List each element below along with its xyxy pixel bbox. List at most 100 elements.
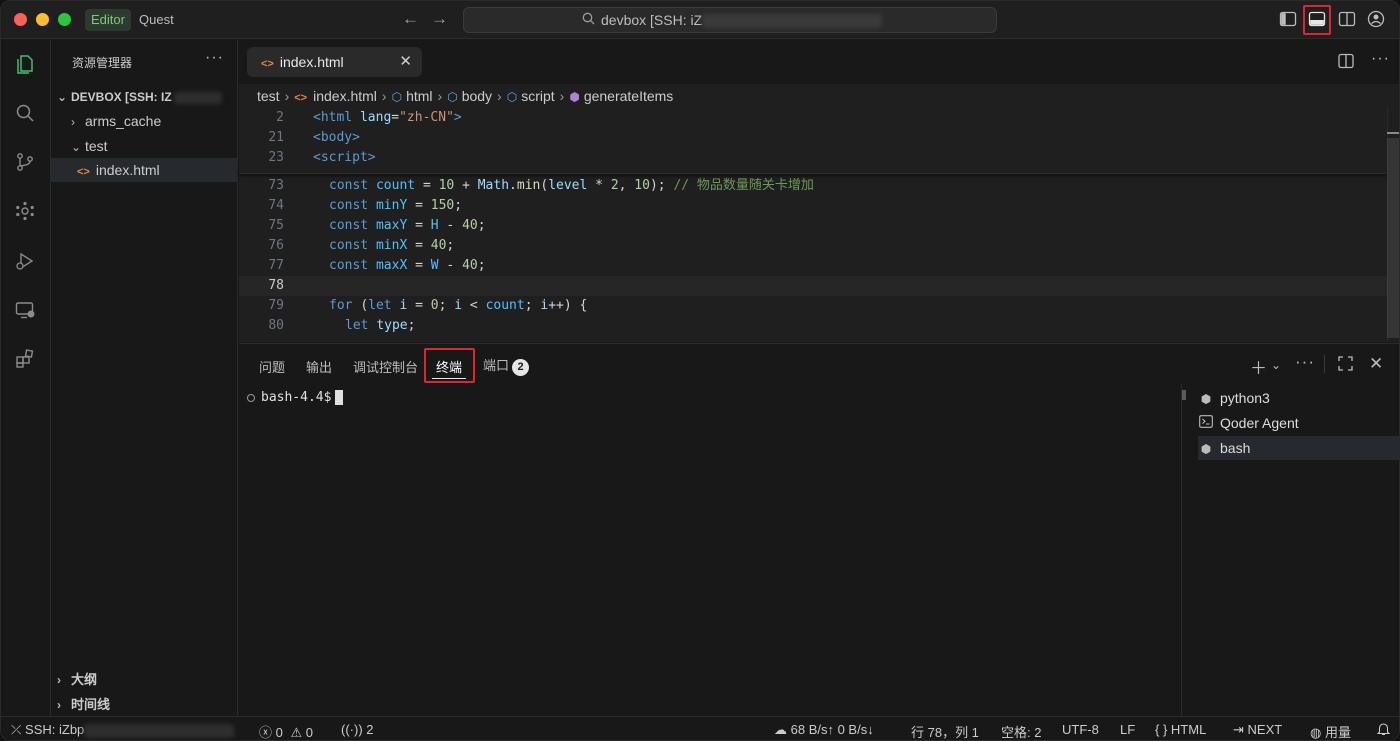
tab-output[interactable]: 输出 — [306, 357, 332, 376]
search-icon[interactable] — [14, 102, 38, 126]
ports-count-badge: 2 — [512, 359, 530, 376]
breadcrumb-item[interactable]: generateItems — [584, 88, 674, 104]
forward-arrow-icon[interactable]: → — [431, 9, 448, 29]
chevron-right-icon: › — [57, 698, 61, 712]
run-debug-icon[interactable] — [14, 250, 38, 274]
tab-ports[interactable]: 端口 2 — [483, 355, 530, 376]
toggle-primary-sidebar-icon[interactable] — [1279, 10, 1299, 30]
tab-problems[interactable]: 问题 — [259, 357, 285, 376]
search-text: devbox [SSH: iZ — [601, 12, 703, 28]
toggle-secondary-sidebar-icon[interactable] — [1338, 10, 1358, 30]
explorer-title: 资源管理器 — [72, 56, 133, 70]
terminal-list-scrollbar[interactable] — [1182, 390, 1186, 400]
line-number: 75 — [268, 218, 284, 233]
sticky-line: 2 <html lang="zh-CN"> — [239, 108, 1389, 128]
scroll-position-marker — [1387, 132, 1399, 134]
remote-indicator[interactable]: ⤫ SSH: iZbp — [11, 722, 235, 738]
warning-icon: ⚠ — [290, 725, 303, 740]
source-control-icon[interactable] — [14, 151, 38, 175]
panel-action-divider — [1324, 355, 1325, 373]
chevron-down-icon[interactable]: ⌄ — [1271, 358, 1281, 372]
tree-item-arms-cache[interactable]: › arms_cache — [51, 109, 238, 133]
outline-section[interactable]: › 大纲 — [51, 668, 238, 692]
extensions-graph-icon[interactable] — [14, 200, 38, 224]
toggle-panel-highlight — [1303, 5, 1331, 35]
breadcrumb: test › <> index.html › ⬡ html › ⬡ body › ⬡ script › ⬢ g… — [257, 88, 673, 104]
chevron-right-icon: › — [71, 115, 75, 129]
maximize-panel-icon[interactable] — [1338, 356, 1353, 376]
minimize-window-button[interactable] — [36, 13, 49, 26]
extensions-icon[interactable] — [14, 348, 38, 372]
language-mode[interactable]: { } HTML — [1155, 722, 1206, 737]
breadcrumb-item[interactable]: script — [521, 88, 554, 104]
redacted-host — [84, 723, 235, 738]
chevron-right-icon: › — [381, 88, 387, 104]
workspace-root[interactable]: ⌄ DEVBOX [SSH: IZ — [51, 85, 238, 109]
timeline-section[interactable]: › 时间线 — [51, 693, 238, 717]
back-arrow-icon[interactable]: ← — [402, 9, 419, 29]
activity-bar — [1, 40, 51, 716]
html-file-icon: <> — [261, 58, 274, 70]
breadcrumb-item[interactable]: index.html — [313, 88, 377, 104]
indentation[interactable]: 空格: 2 — [1001, 722, 1041, 740]
workspace-root-label: DEVBOX [SSH: IZ — [71, 90, 172, 104]
app-window: Editor Quest ← → devbox [SSH: iZ 资源管理器 ·… — [0, 0, 1400, 741]
mode-tab-editor[interactable]: Editor — [85, 9, 131, 31]
code-line: 80 let type; — [239, 316, 1389, 336]
terminal-item-qoder-agent[interactable]: Qoder Agent — [1198, 411, 1399, 435]
tab-debug-console[interactable]: 调试控制台 — [353, 357, 418, 376]
terminal-view[interactable]: bash-4.4$ — [239, 384, 1181, 717]
timeline-label: 时间线 — [71, 697, 111, 712]
terminal-item-python3[interactable]: ⬢ python3 — [1198, 386, 1399, 410]
code-editor[interactable]: 2 <html lang="zh-CN"> 21 <body> 23 <script>… — [239, 108, 1389, 336]
editor-tabs: <> index.html ✕ ··· — [239, 40, 1399, 84]
mode-tab-quest[interactable]: Quest — [133, 9, 180, 31]
close-icon[interactable]: ✕ — [399, 47, 412, 77]
editor-scrollbar[interactable] — [1387, 106, 1399, 342]
sticky-line: 23 <script> — [239, 148, 1389, 168]
new-terminal-icon[interactable]: ＋ — [1250, 354, 1267, 379]
tree-item-index-html[interactable]: <> index.html — [51, 158, 238, 182]
network-indicator[interactable]: ☁ 68 B/s↑ 0 B/s↓ — [774, 722, 874, 738]
explorer-icon[interactable] — [14, 53, 38, 77]
remote-icon: ⤫ — [11, 722, 22, 737]
notifications-icon[interactable] — [1376, 722, 1391, 739]
terminal-item-bash[interactable]: ⬢ bash — [1198, 436, 1399, 460]
panel-more-icon[interactable]: ··· — [1295, 352, 1315, 372]
terminal-prompt-line: bash-4.4$ — [247, 390, 344, 405]
line-number: 76 — [268, 238, 284, 253]
editor-tab-index-html[interactable]: <> index.html ✕ — [247, 47, 422, 77]
zoom-window-button[interactable] — [58, 13, 71, 26]
terminal-item-label: bash — [1220, 440, 1251, 456]
next-indicator[interactable]: ⇥ NEXT — [1233, 722, 1282, 738]
line-number: 78 — [268, 278, 284, 293]
ports-indicator[interactable]: ((·)) 2 — [341, 722, 374, 737]
breadcrumb-item[interactable]: test — [257, 88, 280, 104]
problems-indicator[interactable]: ⓧ 0 ⚠ 0 — [259, 722, 313, 740]
line-number: 74 — [268, 198, 284, 213]
cursor-position[interactable]: 行 78，列 1 — [911, 722, 979, 740]
scroll-thumb[interactable] — [1387, 138, 1399, 338]
ports-count: 2 — [366, 722, 374, 737]
remote-explorer-icon[interactable] — [14, 299, 38, 323]
bottom-panel: 问题 输出 调试控制台 终端 端口 2 ＋ ⌄ ··· ✕ bash-4.4$ ⬢… — [239, 343, 1399, 717]
error-count: 0 — [275, 725, 283, 740]
account-icon[interactable] — [1367, 10, 1387, 30]
editor-more-icon[interactable]: ··· — [1371, 50, 1390, 68]
code-line-current: 78 — [239, 276, 1389, 296]
breadcrumb-item[interactable]: body — [462, 88, 492, 104]
command-center-search[interactable]: devbox [SSH: iZ — [463, 7, 997, 33]
usage-indicator[interactable]: ◍ 用量 — [1310, 722, 1351, 740]
close-window-button[interactable] — [14, 13, 27, 26]
split-editor-icon[interactable] — [1338, 53, 1354, 74]
breadcrumb-item[interactable]: html — [406, 88, 432, 104]
redacted-host — [702, 14, 883, 29]
tree-item-test[interactable]: ⌄ test — [51, 134, 238, 158]
line-number: 79 — [268, 298, 284, 313]
encoding[interactable]: UTF-8 — [1062, 722, 1099, 737]
symbol-method-icon: ⬢ — [569, 90, 580, 104]
close-panel-icon[interactable]: ✕ — [1369, 354, 1383, 374]
code-line: 73 const count = 10 + Math.min(level * 2,… — [239, 176, 1389, 196]
end-of-line[interactable]: LF — [1120, 722, 1135, 737]
explorer-more-button[interactable]: ··· — [205, 49, 224, 67]
